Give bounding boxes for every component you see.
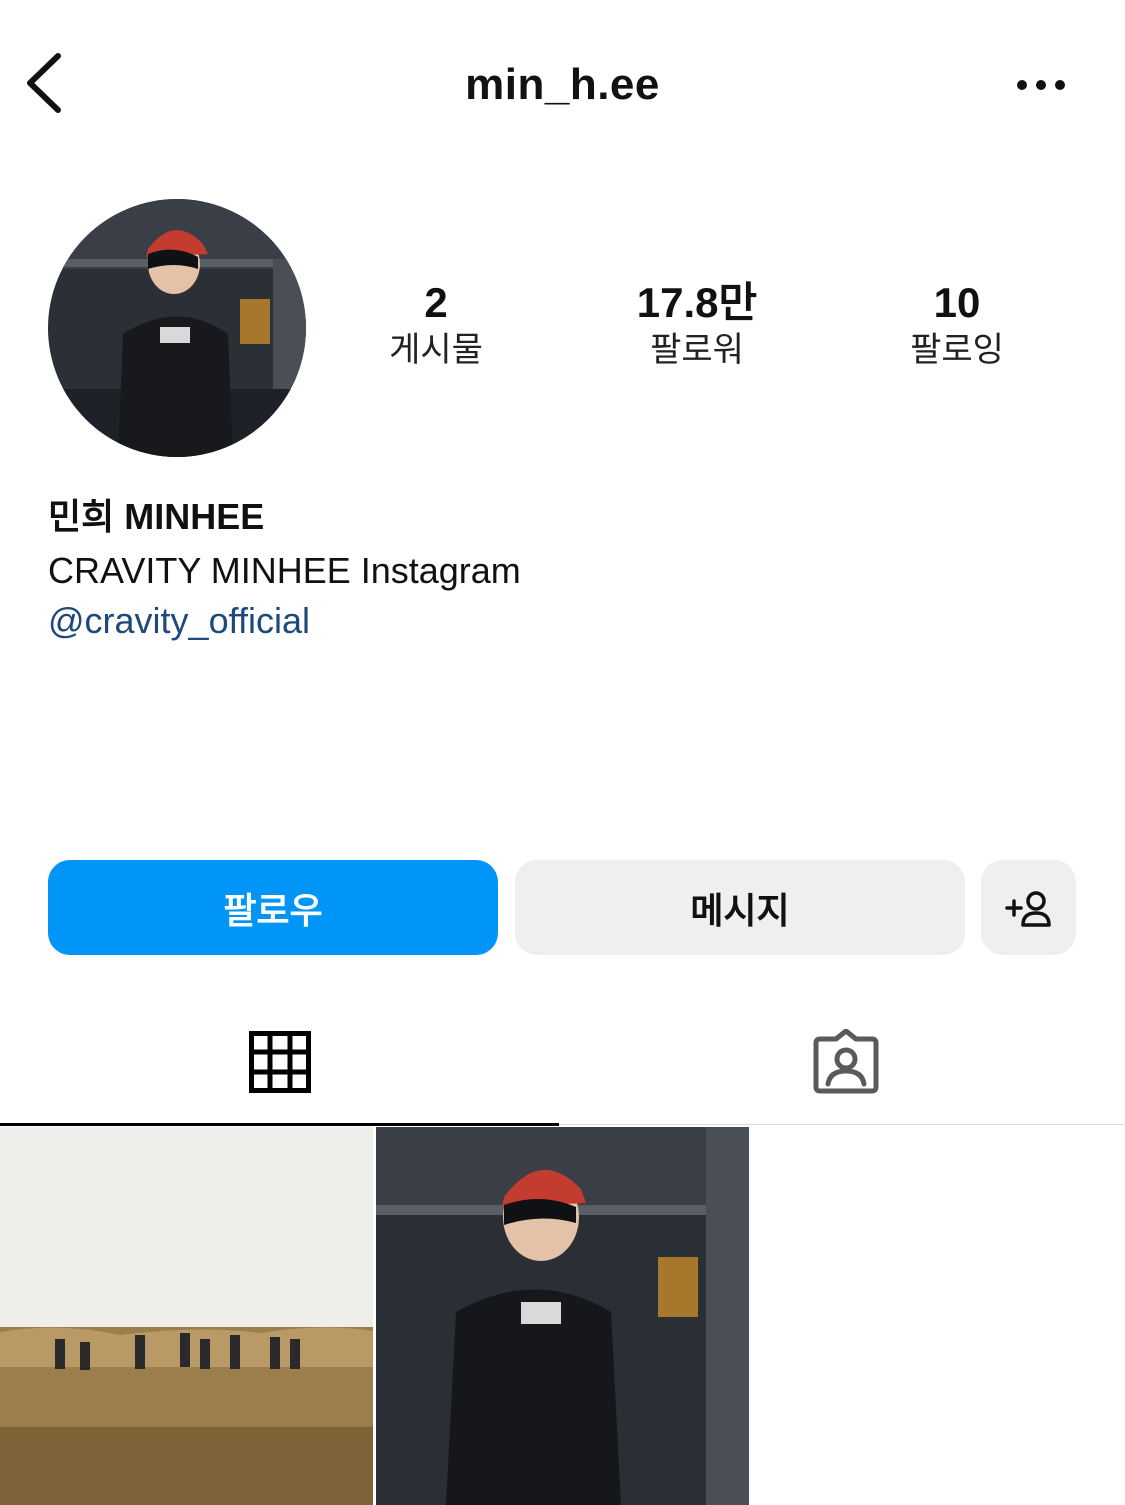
profile-avatar[interactable] <box>48 199 306 457</box>
tagged-person-icon <box>813 1029 878 1094</box>
avatar-photo <box>48 199 306 457</box>
top-bar: min_h.ee <box>0 0 1125 170</box>
more-options-button[interactable] <box>1010 70 1072 100</box>
posts-label: 게시물 <box>389 331 483 369</box>
tab-tagged[interactable] <box>566 1000 1125 1124</box>
post-thumbnail[interactable] <box>376 1127 749 1505</box>
post-thumbnail[interactable] <box>0 1127 373 1505</box>
suggested-users-button[interactable] <box>981 860 1076 955</box>
follow-button[interactable]: 팔로우 <box>48 860 498 955</box>
followers-count: 17.8만 <box>636 279 758 326</box>
profile-bio: 민희 MINHEE CRAVITY MINHEE Instagram @crav… <box>48 494 521 646</box>
display-name: 민희 MINHEE <box>48 496 265 537</box>
post-photo-field <box>0 1127 373 1505</box>
grid-icon <box>248 1031 311 1093</box>
message-button[interactable]: 메시지 <box>515 860 965 955</box>
followers-label: 팔로워 <box>650 331 744 369</box>
posts-count: 2 <box>424 279 448 326</box>
stat-posts[interactable]: 2 게시물 <box>336 278 536 372</box>
profile-username: min_h.ee <box>465 60 660 109</box>
profile-tabs <box>0 1000 1125 1126</box>
more-horizontal-icon <box>1017 80 1065 90</box>
post-photo-portrait <box>376 1127 749 1505</box>
stat-following[interactable]: 10 팔로잉 <box>857 278 1057 372</box>
tab-posts-grid[interactable] <box>0 1000 559 1126</box>
bio-text: CRAVITY MINHEE Instagram <box>48 550 521 591</box>
following-label: 팔로잉 <box>910 331 1004 369</box>
mention-link[interactable]: @cravity_official <box>48 596 521 646</box>
add-person-icon <box>1004 890 1051 927</box>
following-count: 10 <box>933 279 981 326</box>
stat-followers[interactable]: 17.8만 팔로워 <box>597 278 797 372</box>
